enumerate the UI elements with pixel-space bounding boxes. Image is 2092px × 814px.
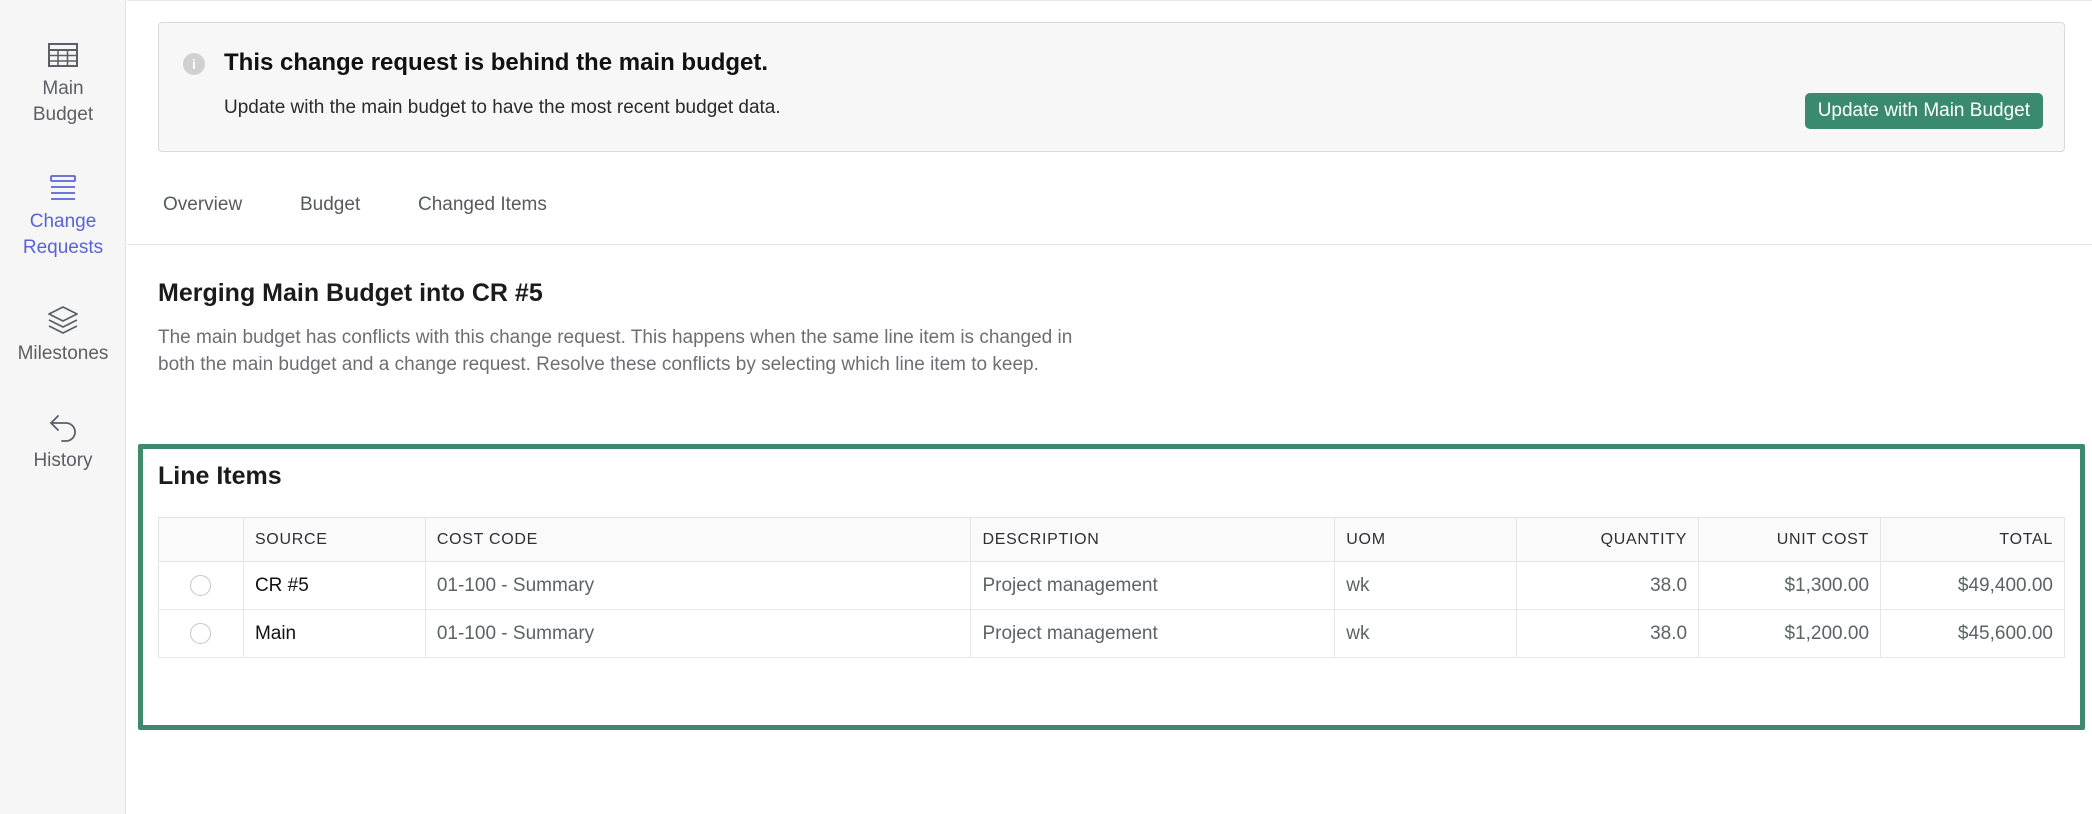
out-of-date-alert: i This change request is behind the main… xyxy=(158,22,2065,152)
sidebar-item-label: Milestones xyxy=(17,343,109,364)
update-with-main-budget-button[interactable]: Update with Main Budget xyxy=(1804,93,2043,129)
sidebar: Main Budget Change Requests Milestones H… xyxy=(0,0,126,814)
cell-unit-cost: $1,300.00 xyxy=(1698,561,1882,610)
row-select-cell xyxy=(158,609,244,658)
select-column-header xyxy=(158,517,244,562)
cell-source: Main xyxy=(243,609,426,658)
sidebar-item-label: History xyxy=(33,450,93,471)
sidebar-item-label: Budget xyxy=(32,104,94,125)
table-row[interactable]: Main 01-100 - Summary Project management… xyxy=(158,609,2065,658)
merge-description: The main budget has conflicts with this … xyxy=(158,327,1073,375)
layers-icon xyxy=(48,306,78,334)
sidebar-item-label: Change xyxy=(29,211,97,232)
tabs-divider xyxy=(127,244,2092,245)
alert-message: Update with the main budget to have the … xyxy=(224,97,781,118)
column-header-uom[interactable]: UOM xyxy=(1334,517,1518,562)
list-icon xyxy=(50,175,76,200)
line-items-panel: Line Items SOURCE COST CODE DESCRIPTION … xyxy=(138,444,2085,730)
cell-total: $45,600.00 xyxy=(1880,609,2065,658)
table-icon xyxy=(48,43,78,67)
cell-source: CR #5 xyxy=(243,561,426,610)
cell-unit-cost: $1,200.00 xyxy=(1698,609,1882,658)
tab-changed-items[interactable]: Changed Items xyxy=(418,194,547,216)
line-items-title: Line Items xyxy=(158,462,282,490)
row-select-radio[interactable] xyxy=(190,574,212,596)
column-header-quantity[interactable]: QUANTITY xyxy=(1516,517,1700,562)
cell-uom: wk xyxy=(1334,609,1518,658)
cell-quantity: 38.0 xyxy=(1516,609,1700,658)
column-header-unit-cost[interactable]: UNIT COST xyxy=(1698,517,1882,562)
cell-uom: wk xyxy=(1334,561,1518,610)
cell-description: Project management xyxy=(970,609,1336,658)
sidebar-item-milestones[interactable]: Milestones xyxy=(0,303,126,367)
cell-total: $49,400.00 xyxy=(1880,561,2065,610)
undo-arrow-icon xyxy=(50,415,76,442)
cell-cost-code: 01-100 - Summary xyxy=(425,609,972,658)
row-select-cell xyxy=(158,561,244,610)
cell-quantity: 38.0 xyxy=(1516,561,1700,610)
cell-cost-code: 01-100 - Summary xyxy=(425,561,972,610)
sidebar-item-change-requests[interactable]: Change Requests xyxy=(0,171,126,261)
alert-title: This change request is behind the main b… xyxy=(224,49,769,76)
table-row[interactable]: CR #5 01-100 - Summary Project managemen… xyxy=(158,561,2065,610)
row-select-radio[interactable] xyxy=(190,622,212,644)
top-divider xyxy=(127,0,2092,1)
table-header-row: SOURCE COST CODE DESCRIPTION UOM QUANTIT… xyxy=(158,517,2065,562)
cell-description: Project management xyxy=(970,561,1336,610)
info-icon: i xyxy=(183,53,205,75)
sidebar-item-history[interactable]: History xyxy=(0,410,126,474)
column-header-source[interactable]: SOURCE xyxy=(243,517,426,562)
line-items-table: SOURCE COST CODE DESCRIPTION UOM QUANTIT… xyxy=(158,517,2065,658)
column-header-description[interactable]: DESCRIPTION xyxy=(970,517,1336,562)
column-header-cost-code[interactable]: COST CODE xyxy=(425,517,972,562)
sidebar-item-main-budget[interactable]: Main Budget xyxy=(0,38,126,128)
tab-overview[interactable]: Overview xyxy=(163,194,242,216)
sidebar-item-label: Requests xyxy=(22,237,104,258)
column-header-total[interactable]: TOTAL xyxy=(1880,517,2065,562)
tab-budget[interactable]: Budget xyxy=(300,194,360,216)
main-content: i This change request is behind the main… xyxy=(127,0,2092,814)
merge-title: Merging Main Budget into CR #5 xyxy=(158,279,543,307)
sidebar-item-label: Main xyxy=(42,78,84,99)
